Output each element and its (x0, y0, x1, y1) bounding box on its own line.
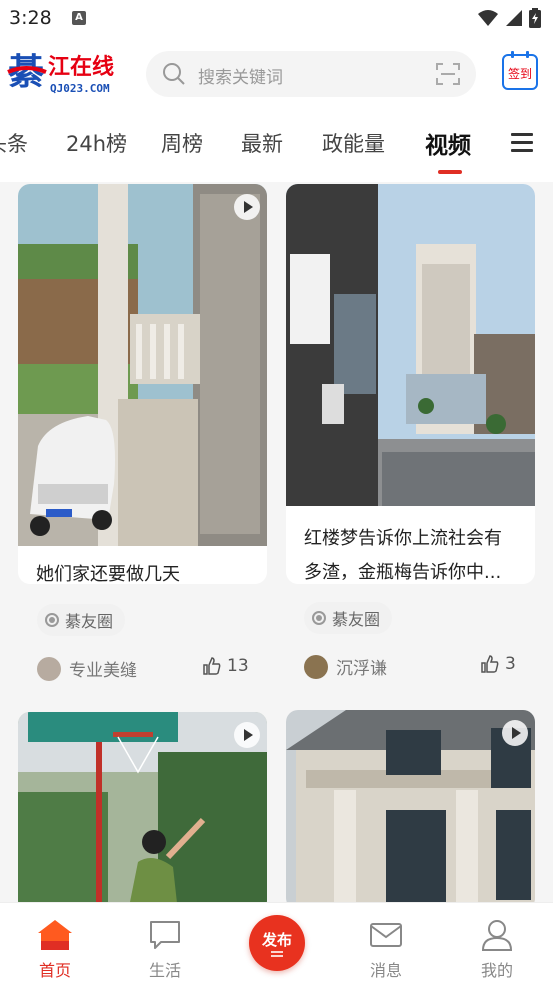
signal-icon (506, 10, 522, 26)
tab-latest[interactable]: 最新 (241, 128, 283, 158)
scan-icon[interactable] (436, 63, 460, 85)
avatar (304, 654, 328, 679)
mail-icon (370, 923, 402, 947)
thumbs-up-icon (203, 657, 221, 675)
battery-icon (529, 8, 541, 28)
card-author[interactable]: 专业美缝 (37, 656, 137, 681)
nav-label: 生活 (148, 961, 181, 980)
publish-label: 发布 (261, 931, 292, 949)
nav-home[interactable]: 首页 (25, 919, 85, 981)
topic-tag-label: 綦友圈 (65, 612, 114, 631)
card-title[interactable]: 红楼梦告诉你上流社会有多渣，金瓶梅告诉你中... (304, 522, 519, 584)
video-thumbnail[interactable] (18, 712, 267, 902)
video-thumbnail[interactable] (286, 184, 535, 506)
bottom-nav: 首页 生活 发布 消息 我的 (0, 902, 553, 985)
tab-headline[interactable]: 头条 (0, 128, 28, 158)
thumbs-up-icon (481, 655, 499, 673)
video-thumbnail[interactable] (18, 184, 267, 546)
calendar-rings-icon (511, 51, 529, 58)
like-count-value: 3 (505, 654, 516, 674)
home-icon (38, 920, 72, 950)
publish-line-icon (271, 955, 283, 957)
nav-label: 我的 (480, 961, 513, 980)
video-feed: 她们家还要做几天 綦友圈 专业美缝 13 红楼梦告诉你上流社会有多渣，金瓶梅告诉… (0, 182, 553, 902)
feed-card[interactable] (286, 710, 535, 902)
thumbnail-image (18, 184, 267, 546)
topic-icon (312, 611, 326, 625)
svg-text:QJ023.COM: QJ023.COM (50, 82, 110, 95)
tab-weekly[interactable]: 周榜 (161, 128, 203, 158)
video-thumbnail[interactable] (286, 710, 535, 902)
search-bar[interactable]: 搜索关键词 (146, 51, 476, 97)
menu-icon[interactable] (511, 133, 533, 152)
svg-text:江在线: 江在线 (48, 54, 114, 80)
like-count-value: 13 (227, 656, 249, 676)
card-author[interactable]: 沉浮谦 (304, 654, 387, 679)
avatar (37, 656, 61, 681)
active-tab-indicator (438, 170, 462, 174)
topic-tag-label: 綦友圈 (332, 610, 381, 629)
nav-label: 首页 (38, 961, 71, 980)
sim-indicator-icon: A (72, 11, 86, 25)
nav-life[interactable]: 生活 (135, 919, 195, 981)
nav-label: 消息 (369, 961, 402, 980)
play-icon[interactable] (502, 720, 528, 746)
feed-card[interactable]: 红楼梦告诉你上流社会有多渣，金瓶梅告诉你中... (286, 184, 535, 584)
topic-tag[interactable]: 綦友圈 (304, 602, 393, 634)
tab-24h[interactable]: 24h榜 (66, 128, 127, 158)
chat-bubble-icon (150, 921, 180, 949)
wifi-icon (478, 10, 498, 26)
nav-mine[interactable]: 我的 (467, 919, 527, 981)
like-count[interactable]: 3 (481, 654, 516, 674)
status-time: 3:28 (9, 7, 52, 29)
thumbnail-image (18, 712, 267, 902)
feed-card[interactable]: 她们家还要做几天 (18, 184, 267, 584)
search-placeholder: 搜索关键词 (198, 68, 283, 88)
user-icon (481, 920, 513, 951)
nav-messages[interactable]: 消息 (356, 919, 416, 981)
status-bar: 3:28 A (0, 0, 553, 38)
topic-icon (45, 613, 59, 627)
signin-label: 签到 (507, 67, 532, 81)
tab-video[interactable]: 视频 (425, 126, 471, 160)
author-name: 专业美缝 (69, 661, 137, 681)
play-icon[interactable] (234, 194, 260, 220)
thumbnail-image (286, 710, 535, 902)
thumbnail-image (286, 184, 535, 506)
category-tabs: 头条 24h榜 周榜 最新 政能量 视频 (0, 118, 553, 178)
card-title[interactable]: 她们家还要做几天 (36, 558, 251, 584)
play-icon[interactable] (234, 722, 260, 748)
author-name: 沉浮谦 (336, 659, 387, 679)
publish-line-icon (271, 951, 283, 953)
tab-politics[interactable]: 政能量 (322, 128, 385, 158)
search-icon (163, 63, 185, 85)
like-count[interactable]: 13 (203, 656, 249, 676)
status-icons (477, 8, 541, 28)
feed-card[interactable] (18, 712, 267, 902)
logo-mark: 綦 江在线 QJ023.COM (7, 51, 114, 95)
topic-tag[interactable]: 綦友圈 (37, 604, 126, 636)
app-logo[interactable]: 綦 江在线 QJ023.COM (6, 50, 134, 98)
publish-button[interactable]: 发布 (249, 915, 305, 971)
signin-button[interactable]: 签到 (502, 51, 538, 90)
